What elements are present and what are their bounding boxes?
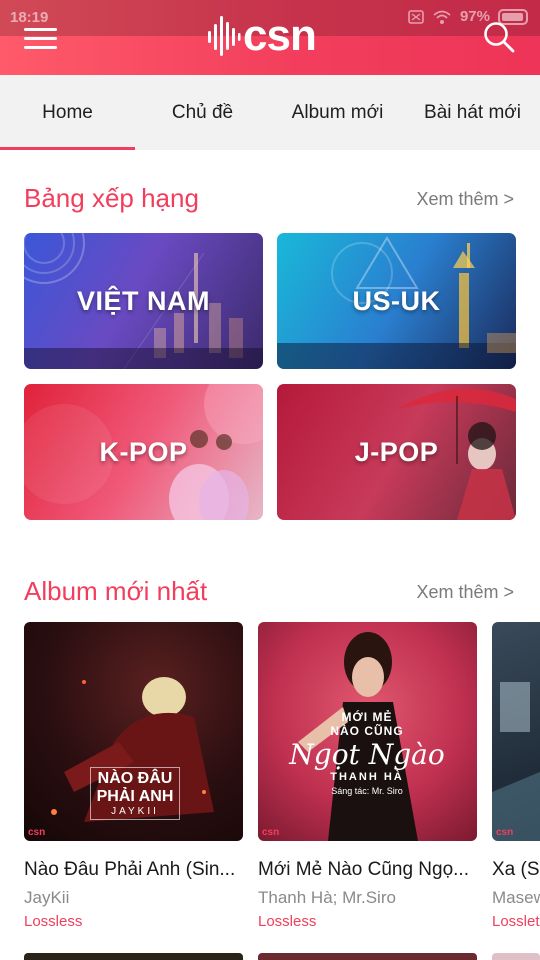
next-album-peek <box>258 953 477 960</box>
albums-section-title: Album mới nhất <box>24 576 208 606</box>
album-artist: Masew <box>492 888 540 907</box>
logo-waveform-icon <box>208 16 241 56</box>
app-header: 18:19 97% csn <box>0 0 540 75</box>
csn-watermark: csn <box>28 827 46 838</box>
album-quality: Lossless <box>258 913 317 930</box>
search-icon[interactable] <box>482 20 516 54</box>
album-card[interactable]: csn Xa (S Masew Losslet <box>492 622 540 930</box>
album-cover: csn <box>492 622 540 841</box>
wifi-icon <box>433 10 451 24</box>
tab-new-songs[interactable]: Bài hát mới <box>405 75 540 150</box>
album-card[interactable]: MỚI MẺ NÀO CŨNG Ngọt Ngào THANH HÀ Sáng … <box>258 622 477 930</box>
chart-card-label: US-UK <box>352 285 441 316</box>
album-title: Mới Mẻ Nào Cũng Ngọ... <box>258 859 469 880</box>
album-cover-art <box>492 682 540 841</box>
chart-card-k-pop[interactable]: K-POP <box>24 384 263 520</box>
album-cover-title: NÀO ĐÂU PHẢI ANH JAYKII <box>90 767 180 820</box>
next-album-peek <box>24 953 243 960</box>
album-quality: Lossless <box>24 913 83 930</box>
album-card[interactable]: NÀO ĐÂU PHẢI ANH JAYKII csn Nào Đâu Phải… <box>24 622 243 930</box>
chart-card-us-uk[interactable]: US-UK <box>277 233 516 369</box>
chart-card-label: J-POP <box>354 436 439 467</box>
tab-new-albums[interactable]: Album mới <box>270 75 405 150</box>
status-time: 18:19 <box>10 9 49 26</box>
notification-icon <box>408 9 424 24</box>
album-cover: NÀO ĐÂU PHẢI ANH JAYKII csn <box>24 622 243 841</box>
csn-watermark: csn <box>262 827 280 838</box>
album-cover: MỚI MẺ NÀO CŨNG Ngọt Ngào THANH HÀ Sáng … <box>258 622 477 841</box>
next-album-peek <box>492 953 540 960</box>
tab-topics[interactable]: Chủ đề <box>135 75 270 150</box>
albums-see-more-link[interactable]: Xem thêm > <box>416 582 514 603</box>
chart-card-label: VIỆT NAM <box>76 285 210 316</box>
charts-section-title: Bảng xếp hạng <box>24 183 199 213</box>
album-title: Xa (S <box>492 859 540 880</box>
album-artist: JayKii <box>24 888 70 907</box>
album-quality: Losslet <box>492 913 540 930</box>
app-logo[interactable]: csn <box>207 11 317 60</box>
album-cover-title: MỚI MẺ NÀO CŨNG Ngọt Ngào THANH HÀ Sáng … <box>289 710 445 796</box>
charts-see-more-link[interactable]: Xem thêm > <box>416 189 514 210</box>
chart-card-label: K-POP <box>99 436 188 467</box>
album-title: Nào Đâu Phải Anh (Sin... <box>24 859 236 880</box>
tab-bar: Home Chủ đề Album mới Bài hát mới <box>0 75 540 150</box>
tab-home[interactable]: Home <box>0 75 135 150</box>
chart-card-j-pop[interactable]: J-POP <box>277 384 516 520</box>
csn-watermark: csn <box>496 827 514 838</box>
chart-card-vietnam[interactable]: VIỆT NAM <box>24 233 263 369</box>
album-artist: Thanh Hà; Mr.Siro <box>258 888 396 907</box>
menu-icon[interactable] <box>24 26 58 52</box>
logo-text: csn <box>243 11 317 60</box>
